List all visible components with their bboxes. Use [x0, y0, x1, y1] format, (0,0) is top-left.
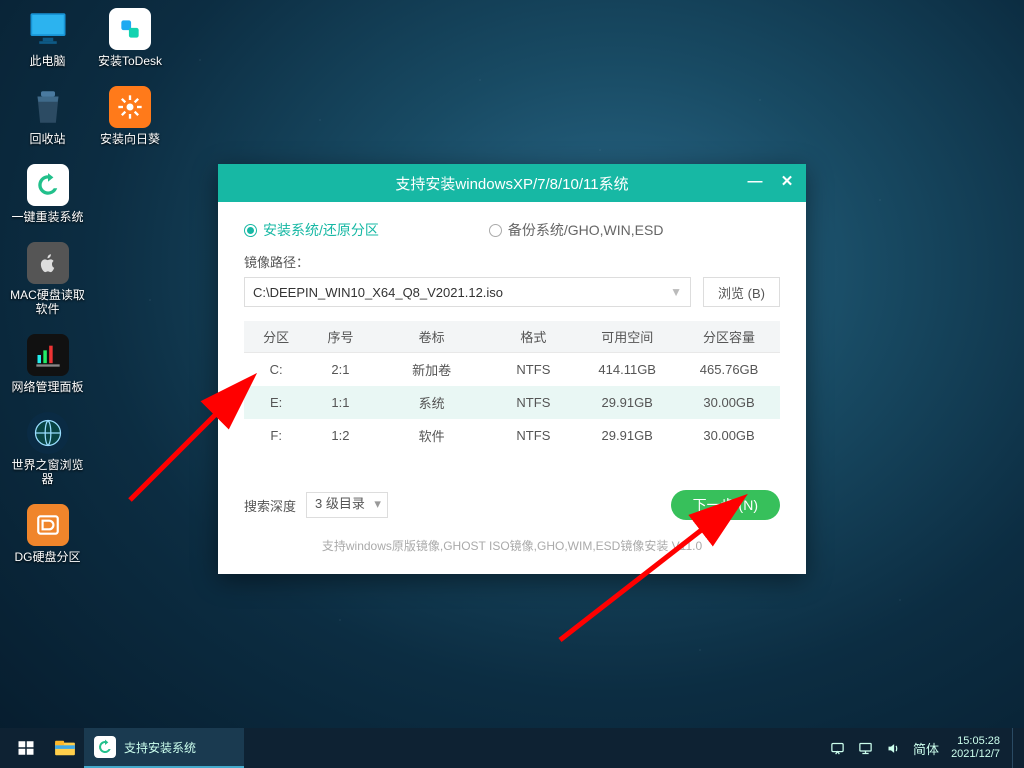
col-partition: 分区	[244, 321, 308, 353]
tray-network-icon[interactable]	[857, 740, 873, 756]
cell-part: E:	[244, 386, 308, 419]
start-button[interactable]	[6, 728, 46, 768]
close-button[interactable]: ✕	[778, 172, 796, 190]
tray-ime[interactable]: 简体	[913, 739, 939, 758]
sunflower-icon	[109, 86, 151, 128]
cell-cap: 30.00GB	[678, 419, 780, 452]
radio-icon	[244, 224, 257, 237]
desktop-icon-world-browser[interactable]: 世界之窗浏览器	[10, 412, 85, 486]
cell-seq: 1:2	[308, 419, 372, 452]
desktop-icon-recycle-bin[interactable]: 回收站	[10, 86, 85, 146]
desktop-label: 网络管理面板	[10, 380, 85, 394]
desktop-icon-macdisk[interactable]: MAC硬盘读取软件	[10, 242, 85, 316]
tray-volume-icon[interactable]	[885, 740, 901, 756]
footer-hint: 支持windows原版镜像,GHOST ISO镜像,GHO,WIM,ESD镜像安…	[218, 537, 806, 554]
tray-date: 2021/12/7	[951, 748, 1000, 761]
tab-backup[interactable]: 备份系统/GHO,WIN,ESD	[489, 220, 664, 240]
next-button[interactable]: 下一步 (N)	[671, 490, 780, 520]
desktop-label: 回收站	[10, 132, 85, 146]
chevron-down-icon: ▼	[670, 285, 682, 299]
cell-vol: 软件	[373, 419, 491, 452]
col-capacity: 分区容量	[678, 321, 780, 353]
cell-vol: 系统	[373, 386, 491, 419]
tray-action-center-icon[interactable]	[829, 740, 845, 756]
table-row[interactable]: E:1:1系统NTFS29.91GB30.00GB	[244, 386, 780, 419]
cell-free: 29.91GB	[576, 386, 678, 419]
taskbar-explorer[interactable]	[46, 733, 84, 763]
cell-cap: 465.76GB	[678, 353, 780, 387]
cell-seq: 1:1	[308, 386, 372, 419]
tab-label: 安装系统/还原分区	[263, 220, 379, 240]
cell-part: C:	[244, 353, 308, 387]
minimize-button[interactable]: —	[746, 172, 764, 190]
image-path-value: C:\DEEPIN_WIN10_X64_Q8_V2021.12.iso	[253, 285, 503, 300]
taskbar-app-title: 支持安装系统	[124, 739, 196, 756]
tray-time: 15:05:28	[951, 735, 1000, 748]
image-path-label: 镜像路径：	[218, 252, 806, 271]
browse-button[interactable]: 浏览 (B)	[703, 277, 780, 307]
todesk-icon	[109, 8, 151, 50]
col-volume: 卷标	[373, 321, 491, 353]
col-format: 格式	[491, 321, 577, 353]
reinstall-icon	[27, 164, 69, 206]
search-depth-label: 搜索深度	[244, 496, 296, 515]
desktop-icon-reinstall[interactable]: 一键重装系统	[10, 164, 85, 224]
taskbar: 支持安装系统 简体 15:05:28 2021/12/7	[0, 728, 1024, 768]
desktop-label: DG硬盘分区	[10, 550, 85, 564]
show-desktop-button[interactable]	[1012, 728, 1018, 768]
tray-clock[interactable]: 15:05:28 2021/12/7	[951, 735, 1000, 761]
search-depth-value: 3 级目录	[315, 496, 365, 511]
desktop-icon-sunflower[interactable]: 安装向日葵	[85, 86, 175, 146]
disk-icon	[27, 504, 69, 546]
cell-vol: 新加卷	[373, 353, 491, 387]
cell-free: 29.91GB	[576, 419, 678, 452]
cell-fmt: NTFS	[491, 386, 577, 419]
desktop-icon-dg[interactable]: DG硬盘分区	[10, 504, 85, 564]
desktop-label: 安装向日葵	[85, 132, 175, 146]
desktop-label: 安装ToDesk	[85, 54, 175, 68]
cell-free: 414.11GB	[576, 353, 678, 387]
reinstall-icon	[94, 736, 116, 758]
col-free: 可用空间	[576, 321, 678, 353]
cell-fmt: NTFS	[491, 353, 577, 387]
radio-icon	[489, 224, 502, 237]
image-path-combo[interactable]: C:\DEEPIN_WIN10_X64_Q8_V2021.12.iso ▼	[244, 277, 691, 307]
desktop-label: 世界之窗浏览器	[10, 458, 85, 486]
taskbar-active-app[interactable]: 支持安装系统	[84, 728, 244, 768]
window-title: 支持安装windowsXP/7/8/10/11系统	[395, 173, 628, 194]
tab-label: 备份系统/GHO,WIN,ESD	[508, 220, 664, 240]
apple-icon	[27, 242, 69, 284]
cell-part: F:	[244, 419, 308, 452]
globe-icon	[27, 412, 69, 454]
installer-window: 支持安装windowsXP/7/8/10/11系统 — ✕ 安装系统/还原分区 …	[218, 164, 806, 574]
cell-cap: 30.00GB	[678, 386, 780, 419]
cell-seq: 2:1	[308, 353, 372, 387]
desktop-icon-netpanel[interactable]: 网络管理面板	[10, 334, 85, 394]
search-depth-select[interactable]: 3 级目录	[306, 492, 388, 518]
table-row[interactable]: F:1:2软件NTFS29.91GB30.00GB	[244, 419, 780, 452]
bin-icon	[27, 86, 69, 128]
desktop-icon-this-pc[interactable]: 此电脑	[10, 8, 85, 68]
chart-icon	[27, 334, 69, 376]
desktop-icon-todesk[interactable]: 安装ToDesk	[85, 8, 175, 68]
tab-install[interactable]: 安装系统/还原分区	[244, 220, 379, 240]
desktop-label: 一键重装系统	[10, 210, 85, 224]
col-sequence: 序号	[308, 321, 372, 353]
desktop-label: 此电脑	[10, 54, 85, 68]
monitor-icon	[27, 8, 69, 50]
cell-fmt: NTFS	[491, 419, 577, 452]
desktop-label: MAC硬盘读取软件	[10, 288, 85, 316]
partition-table: 分区 序号 卷标 格式 可用空间 分区容量 C:2:1新加卷NTFS414.11…	[244, 321, 780, 452]
titlebar[interactable]: 支持安装windowsXP/7/8/10/11系统 — ✕	[218, 164, 806, 202]
table-row[interactable]: C:2:1新加卷NTFS414.11GB465.76GB	[244, 353, 780, 387]
